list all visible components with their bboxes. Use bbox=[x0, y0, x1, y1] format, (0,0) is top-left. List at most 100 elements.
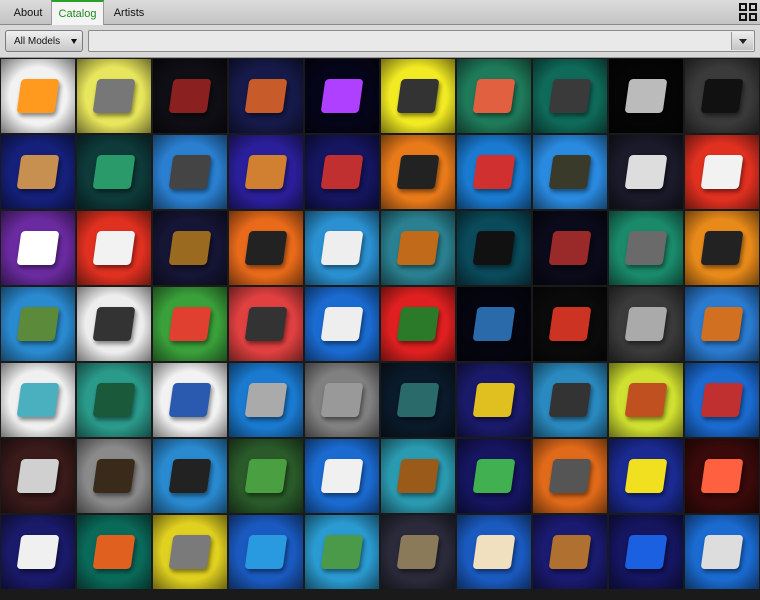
model-tile-factory[interactable] bbox=[685, 363, 759, 437]
model-tile-wardrobe[interactable] bbox=[77, 439, 151, 513]
model-tile-monolith[interactable] bbox=[305, 363, 379, 437]
model-thumbnail bbox=[624, 383, 668, 417]
model-tile-sushi[interactable] bbox=[1, 515, 75, 589]
model-tile-throne[interactable] bbox=[533, 211, 607, 285]
model-tile-computer[interactable] bbox=[533, 363, 607, 437]
grid-view-icon[interactable] bbox=[738, 2, 758, 22]
model-tile-car[interactable] bbox=[609, 515, 683, 589]
model-tile-atv[interactable] bbox=[533, 439, 607, 513]
model-tile-truck[interactable] bbox=[457, 135, 531, 209]
model-tile-pug[interactable] bbox=[1, 135, 75, 209]
model-tile-interior[interactable] bbox=[609, 287, 683, 361]
model-tile-house[interactable] bbox=[1, 287, 75, 361]
model-tile-pikachu[interactable] bbox=[609, 439, 683, 513]
model-thumbnail bbox=[396, 535, 440, 569]
model-thumbnail bbox=[16, 155, 60, 189]
model-tile-ufo[interactable] bbox=[153, 515, 227, 589]
model-tile-tree[interactable] bbox=[533, 135, 607, 209]
model-tile-remote[interactable] bbox=[381, 135, 455, 209]
model-tile-pistol[interactable] bbox=[685, 211, 759, 285]
model-thumbnail bbox=[168, 307, 212, 341]
model-thumbnail bbox=[700, 307, 744, 341]
model-tile-microscope[interactable] bbox=[305, 287, 379, 361]
model-tile-r2d2[interactable] bbox=[153, 363, 227, 437]
model-tile-aquarium[interactable] bbox=[1, 59, 75, 133]
model-tile-bench[interactable] bbox=[381, 439, 455, 513]
model-tile-piano[interactable] bbox=[457, 59, 531, 133]
model-tile-astronaut[interactable] bbox=[305, 211, 379, 285]
model-tile-gramophone[interactable] bbox=[381, 211, 455, 285]
model-tile-machine[interactable] bbox=[685, 59, 759, 133]
model-tile-printer[interactable] bbox=[685, 515, 759, 589]
model-tile-bedroom[interactable] bbox=[1, 363, 75, 437]
model-thumbnail bbox=[168, 231, 212, 265]
model-tile-zombie[interactable] bbox=[457, 439, 531, 513]
model-tile-cat[interactable] bbox=[153, 135, 227, 209]
model-tile-bonsai[interactable] bbox=[381, 287, 455, 361]
model-thumbnail bbox=[92, 155, 136, 189]
model-tile-red-scene[interactable] bbox=[685, 439, 759, 513]
model-tile-pine-tree[interactable] bbox=[77, 363, 151, 437]
search-input[interactable] bbox=[94, 33, 724, 49]
model-tile-robot[interactable] bbox=[609, 211, 683, 285]
model-tile-fox-toy[interactable] bbox=[685, 287, 759, 361]
model-tile-phone[interactable] bbox=[457, 211, 531, 285]
search-box bbox=[88, 30, 755, 52]
model-tile-water-gun[interactable] bbox=[457, 363, 531, 437]
model-tile-bus[interactable] bbox=[305, 439, 379, 513]
model-tile-castle[interactable] bbox=[229, 363, 303, 437]
model-tile-handgun[interactable] bbox=[229, 287, 303, 361]
model-tile-x-wing[interactable] bbox=[609, 135, 683, 209]
filter-bar: All Models bbox=[0, 25, 760, 58]
model-tile-neon-tree[interactable] bbox=[305, 59, 379, 133]
grid-cell-icon bbox=[749, 13, 757, 21]
model-tile-ladder[interactable] bbox=[533, 515, 607, 589]
tab-catalog[interactable]: Catalog bbox=[51, 0, 104, 26]
model-tile-american-gothic[interactable] bbox=[381, 515, 455, 589]
model-tile-dark-room[interactable] bbox=[153, 59, 227, 133]
model-thumbnail bbox=[396, 231, 440, 265]
model-tile-container-ship[interactable] bbox=[305, 135, 379, 209]
model-tile-thanos[interactable] bbox=[153, 211, 227, 285]
model-tile-knife[interactable] bbox=[229, 135, 303, 209]
model-tile-engine[interactable] bbox=[533, 59, 607, 133]
model-tile-tablet[interactable] bbox=[381, 59, 455, 133]
model-thumbnail bbox=[548, 231, 592, 265]
model-tile-night-city[interactable] bbox=[533, 287, 607, 361]
model-tile-snes[interactable] bbox=[1, 439, 75, 513]
model-thumbnail bbox=[472, 231, 516, 265]
model-gallery bbox=[1, 59, 760, 600]
model-tile-space-scene[interactable] bbox=[457, 287, 531, 361]
model-tile-fox[interactable] bbox=[609, 363, 683, 437]
model-tile-water-tower[interactable] bbox=[153, 439, 227, 513]
model-tile-ramen[interactable] bbox=[457, 515, 531, 589]
model-tile-stone-ring[interactable] bbox=[77, 59, 151, 133]
model-filter-select[interactable]: All Models bbox=[5, 30, 83, 52]
model-thumbnail bbox=[700, 79, 744, 113]
model-tile-paper-plane[interactable] bbox=[1, 211, 75, 285]
model-tile-tie-fighter[interactable] bbox=[609, 59, 683, 133]
model-tile-hills[interactable] bbox=[229, 439, 303, 513]
search-dropdown-button[interactable] bbox=[731, 32, 753, 50]
tab-artists[interactable]: Artists bbox=[104, 0, 154, 25]
model-tile-google-logo[interactable] bbox=[153, 287, 227, 361]
chevron-down-icon bbox=[71, 39, 77, 44]
model-tile-coffee-cup[interactable] bbox=[77, 211, 151, 285]
model-tile-forest-night[interactable] bbox=[381, 363, 455, 437]
model-thumbnail bbox=[168, 79, 212, 113]
model-tile-wishing-well[interactable] bbox=[229, 59, 303, 133]
model-thumbnail bbox=[624, 155, 668, 189]
model-thumbnail bbox=[244, 383, 288, 417]
tab-about[interactable]: About bbox=[0, 0, 56, 25]
model-thumbnail bbox=[92, 535, 136, 569]
model-tile-water-cooler[interactable] bbox=[229, 515, 303, 589]
model-tile-dog[interactable] bbox=[77, 287, 151, 361]
model-thumbnail bbox=[320, 383, 364, 417]
model-tile-intersection[interactable] bbox=[305, 515, 379, 589]
model-thumbnail bbox=[624, 307, 668, 341]
model-tile-office[interactable] bbox=[685, 135, 759, 209]
model-tile-scooter[interactable] bbox=[229, 211, 303, 285]
model-thumbnail bbox=[396, 307, 440, 341]
model-tile-butterfly[interactable] bbox=[77, 515, 151, 589]
model-tile-waterfall[interactable] bbox=[77, 135, 151, 209]
